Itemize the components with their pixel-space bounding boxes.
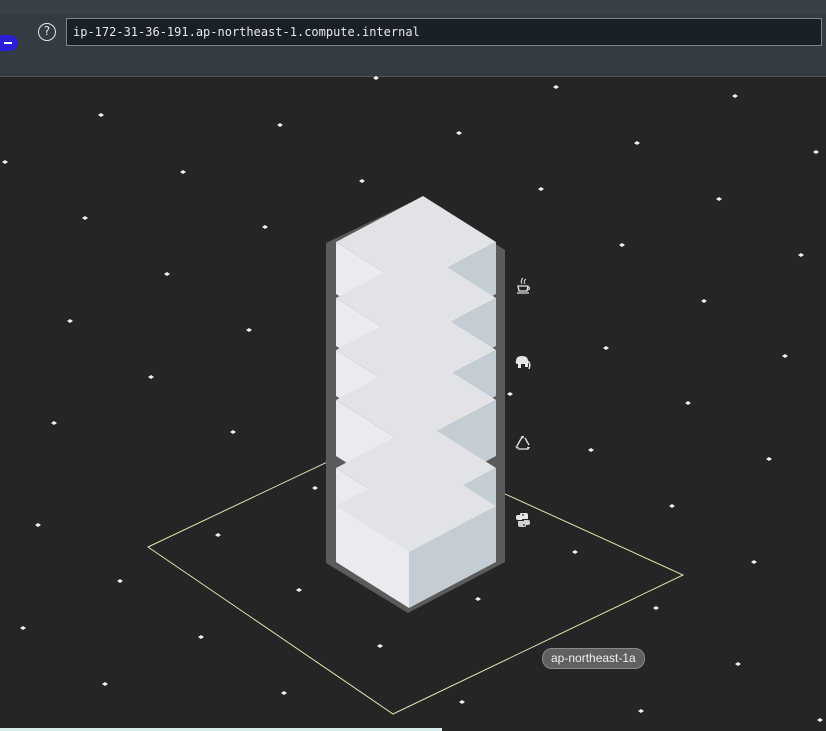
grid-dot bbox=[117, 579, 123, 583]
grid-dot bbox=[619, 243, 625, 247]
grid-dot bbox=[817, 718, 823, 722]
python-icon[interactable] bbox=[516, 513, 530, 527]
grid-dot bbox=[782, 354, 788, 358]
grid-dot bbox=[751, 560, 757, 564]
grid-dot bbox=[653, 606, 659, 610]
grid-dot bbox=[572, 550, 578, 554]
grid-dot bbox=[281, 691, 287, 695]
grid-dot bbox=[538, 187, 544, 191]
grid-dot bbox=[553, 85, 559, 89]
grid-dot bbox=[215, 533, 221, 537]
recycle-icon[interactable] bbox=[515, 436, 530, 450]
grid-dot bbox=[230, 430, 236, 434]
grid-dot bbox=[475, 597, 481, 601]
grid-dot bbox=[716, 197, 722, 201]
grid-dot bbox=[277, 123, 283, 127]
grid-dot bbox=[35, 523, 41, 527]
grid-dot bbox=[262, 225, 268, 229]
grid-dot bbox=[20, 626, 26, 630]
grid-dot bbox=[798, 253, 804, 257]
grid-dot bbox=[732, 94, 738, 98]
grid-dot bbox=[296, 588, 302, 592]
node-blocks[interactable] bbox=[336, 196, 496, 608]
grid-dot bbox=[766, 457, 772, 461]
grid-dot bbox=[735, 662, 741, 666]
grid-dot bbox=[634, 141, 640, 145]
grid-dot bbox=[51, 421, 57, 425]
coffee-icon[interactable] bbox=[517, 277, 531, 294]
zone-label-badge[interactable]: ap-northeast-1a bbox=[542, 648, 645, 669]
grid-dot bbox=[638, 709, 644, 713]
grid-dot bbox=[180, 170, 186, 174]
grid-dot bbox=[669, 504, 675, 508]
grid-dot bbox=[373, 76, 379, 80]
grid-dot bbox=[98, 113, 104, 117]
grid-dot bbox=[685, 401, 691, 405]
cluster-scene[interactable] bbox=[0, 0, 826, 731]
grid-dot bbox=[813, 150, 819, 154]
grid-dot bbox=[701, 299, 707, 303]
grid-dot bbox=[164, 272, 170, 276]
grid-dot bbox=[67, 319, 73, 323]
grid-dot bbox=[359, 179, 365, 183]
grid-dot bbox=[2, 160, 8, 164]
grid-dot bbox=[312, 486, 318, 490]
grid-dot bbox=[102, 682, 108, 686]
grid-dot bbox=[82, 216, 88, 220]
grid-dot bbox=[148, 375, 154, 379]
grid-dot bbox=[377, 644, 383, 648]
grid-dot bbox=[507, 392, 513, 396]
grid-dot bbox=[456, 131, 462, 135]
grid-dot bbox=[588, 448, 594, 452]
grid-dot bbox=[603, 346, 609, 350]
grid-dot bbox=[459, 700, 465, 704]
grid-dot bbox=[198, 635, 204, 639]
elephant-icon[interactable] bbox=[515, 356, 531, 370]
grid-dot bbox=[246, 328, 252, 332]
